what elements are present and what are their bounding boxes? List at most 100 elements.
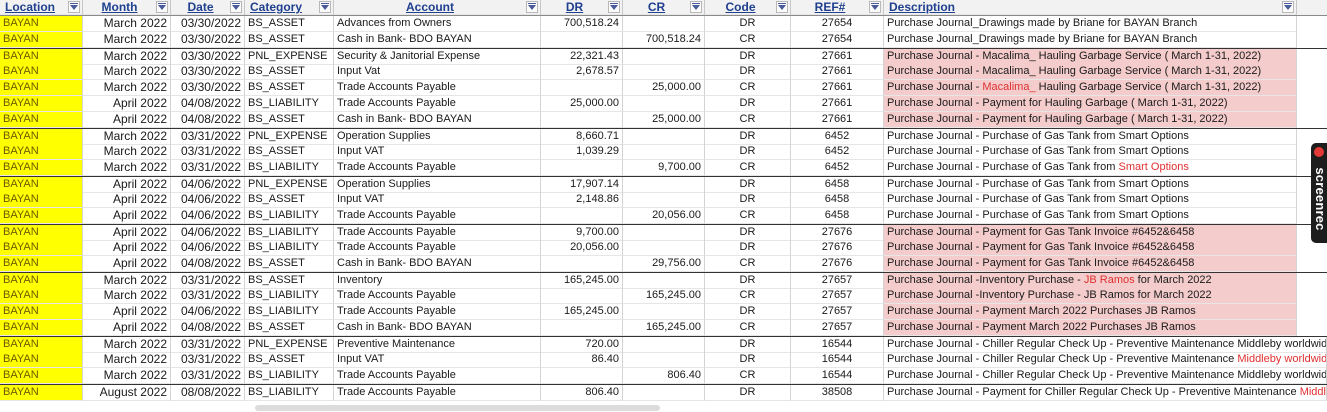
- cell-ref[interactable]: 6452: [791, 129, 884, 145]
- column-header-date[interactable]: Date: [171, 0, 245, 15]
- cell-dr[interactable]: [541, 32, 623, 48]
- cell-dr[interactable]: 86.40: [541, 352, 623, 368]
- cell-account[interactable]: Input VAT: [334, 144, 541, 160]
- cell-cr[interactable]: 20,056.00: [623, 208, 705, 224]
- cell-category[interactable]: BS_ASSET: [245, 32, 334, 48]
- cell-category[interactable]: BS_ASSET: [245, 112, 334, 128]
- cell-account[interactable]: Input Vat: [334, 64, 541, 80]
- cell-dr[interactable]: 700,518.24: [541, 16, 623, 32]
- column-header-month[interactable]: Month: [83, 0, 171, 15]
- cell-location[interactable]: BAYAN: [0, 352, 83, 368]
- cell-account[interactable]: Trade Accounts Payable: [334, 288, 541, 304]
- cell-date[interactable]: 03/31/2022: [171, 129, 245, 145]
- cell-location[interactable]: BAYAN: [0, 80, 83, 96]
- cell-month[interactable]: March 2022: [83, 16, 171, 32]
- cell-date[interactable]: 04/06/2022: [171, 225, 245, 241]
- cell-description[interactable]: Purchase Journal - Chiller Regular Check…: [884, 352, 1327, 368]
- cell-ref[interactable]: 27654: [791, 16, 884, 32]
- cell-account[interactable]: Trade Accounts Payable: [334, 368, 541, 384]
- cell-category[interactable]: BS_ASSET: [245, 273, 334, 289]
- cell-ref[interactable]: 27661: [791, 112, 884, 128]
- cell-cr[interactable]: [623, 304, 705, 320]
- cell-description[interactable]: Purchase Journal - Macalima_ Hauling Gar…: [884, 64, 1297, 80]
- cell-account[interactable]: Trade Accounts Payable: [334, 96, 541, 112]
- cell-code[interactable]: DR: [705, 129, 791, 145]
- cell-month[interactable]: March 2022: [83, 32, 171, 48]
- cell-month[interactable]: March 2022: [83, 144, 171, 160]
- cell-code[interactable]: DR: [705, 352, 791, 368]
- cell-dr[interactable]: 165,245.00: [541, 273, 623, 289]
- cell-account[interactable]: Security & Janitorial Expense: [334, 49, 541, 65]
- cell-category[interactable]: BS_LIABILITY: [245, 160, 334, 176]
- cell-cr[interactable]: [623, 385, 705, 401]
- cell-dr[interactable]: 8,660.71: [541, 129, 623, 145]
- column-header-account[interactable]: Account: [334, 0, 541, 15]
- cell-account[interactable]: Cash in Bank- BDO BAYAN: [334, 112, 541, 128]
- cell-cr[interactable]: [623, 129, 705, 145]
- cell-description[interactable]: Purchase Journal - Chiller Regular Check…: [884, 337, 1327, 353]
- cell-ref[interactable]: 27661: [791, 80, 884, 96]
- cell-location[interactable]: BAYAN: [0, 144, 83, 160]
- cell-description[interactable]: Purchase Journal - Chiller Regular Check…: [884, 368, 1327, 384]
- cell-category[interactable]: BS_LIABILITY: [245, 240, 334, 256]
- cell-account[interactable]: Cash in Bank- BDO BAYAN: [334, 320, 541, 336]
- cell-month[interactable]: April 2022: [83, 112, 171, 128]
- cell-category[interactable]: BS_ASSET: [245, 352, 334, 368]
- cell-account[interactable]: Trade Accounts Payable: [334, 304, 541, 320]
- cell-dr[interactable]: 165,245.00: [541, 304, 623, 320]
- cell-description[interactable]: Purchase Journal - Payment March 2022 Pu…: [884, 304, 1297, 320]
- cell-category[interactable]: PNL_EXPENSE: [245, 129, 334, 145]
- cell-description[interactable]: Purchase Journal -Inventory Purchase - J…: [884, 273, 1297, 289]
- cell-date[interactable]: 04/06/2022: [171, 240, 245, 256]
- cell-month[interactable]: April 2022: [83, 192, 171, 208]
- cell-category[interactable]: BS_LIABILITY: [245, 304, 334, 320]
- cell-account[interactable]: Trade Accounts Payable: [334, 160, 541, 176]
- cell-location[interactable]: BAYAN: [0, 273, 83, 289]
- cell-category[interactable]: BS_ASSET: [245, 64, 334, 80]
- cell-account[interactable]: Trade Accounts Payable: [334, 225, 541, 241]
- cell-location[interactable]: BAYAN: [0, 96, 83, 112]
- cell-month[interactable]: March 2022: [83, 64, 171, 80]
- cell-account[interactable]: Input VAT: [334, 352, 541, 368]
- cell-date[interactable]: 03/31/2022: [171, 288, 245, 304]
- cell-account[interactable]: Operation Supplies: [334, 177, 541, 193]
- cell-cr[interactable]: [623, 225, 705, 241]
- cell-cr[interactable]: 700,518.24: [623, 32, 705, 48]
- cell-date[interactable]: 03/31/2022: [171, 160, 245, 176]
- filter-dropdown-icon[interactable]: [230, 1, 242, 13]
- cell-month[interactable]: March 2022: [83, 368, 171, 384]
- cell-month[interactable]: March 2022: [83, 80, 171, 96]
- cell-date[interactable]: 04/06/2022: [171, 192, 245, 208]
- cell-code[interactable]: DR: [705, 240, 791, 256]
- filter-dropdown-icon[interactable]: [1282, 1, 1294, 13]
- cell-description[interactable]: Purchase Journal - Payment for Chiller R…: [884, 385, 1327, 401]
- cell-ref[interactable]: 6452: [791, 160, 884, 176]
- cell-code[interactable]: DR: [705, 385, 791, 401]
- cell-category[interactable]: BS_LIABILITY: [245, 96, 334, 112]
- cell-ref[interactable]: 27661: [791, 64, 884, 80]
- column-header-category[interactable]: Category: [245, 0, 334, 15]
- cell-date[interactable]: 04/06/2022: [171, 304, 245, 320]
- cell-category[interactable]: BS_ASSET: [245, 320, 334, 336]
- cell-location[interactable]: BAYAN: [0, 225, 83, 241]
- column-header-ref[interactable]: REF#: [791, 0, 884, 15]
- cell-category[interactable]: BS_ASSET: [245, 192, 334, 208]
- cell-month[interactable]: March 2022: [83, 160, 171, 176]
- cell-dr[interactable]: 2,148.86: [541, 192, 623, 208]
- cell-code[interactable]: DR: [705, 225, 791, 241]
- cell-description[interactable]: Purchase Journal - Payment for Hauling G…: [884, 96, 1297, 112]
- cell-description[interactable]: Purchase Journal - Purchase of Gas Tank …: [884, 208, 1297, 224]
- cell-account[interactable]: Inventory: [334, 273, 541, 289]
- cell-description[interactable]: Purchase Journal - Purchase of Gas Tank …: [884, 129, 1297, 145]
- cell-category[interactable]: BS_LIABILITY: [245, 385, 334, 401]
- cell-month[interactable]: August 2022: [83, 385, 171, 401]
- cell-description[interactable]: Purchase Journal - Payment for Hauling G…: [884, 112, 1297, 128]
- cell-account[interactable]: Trade Accounts Payable: [334, 385, 541, 401]
- cell-location[interactable]: BAYAN: [0, 288, 83, 304]
- cell-cr[interactable]: [623, 177, 705, 193]
- cell-description[interactable]: Purchase Journal - Purchase of Gas Tank …: [884, 144, 1297, 160]
- cell-category[interactable]: PNL_EXPENSE: [245, 177, 334, 193]
- cell-location[interactable]: BAYAN: [0, 368, 83, 384]
- cell-description[interactable]: Purchase Journal - Purchase of Gas Tank …: [884, 177, 1297, 193]
- cell-description[interactable]: Purchase Journal -Inventory Purchase - J…: [884, 288, 1297, 304]
